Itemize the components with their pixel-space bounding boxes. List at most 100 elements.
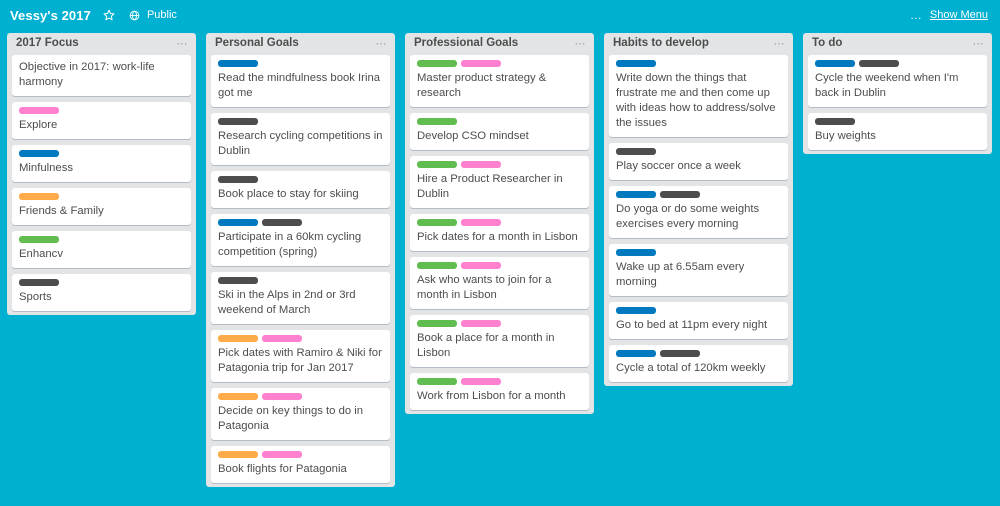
card-label[interactable] <box>218 176 258 183</box>
card[interactable]: Go to bed at 11pm every night <box>609 302 788 339</box>
card-label[interactable] <box>616 249 656 256</box>
card[interactable]: Friends & Family <box>12 188 191 225</box>
card-label[interactable] <box>262 335 302 342</box>
card-label[interactable] <box>461 60 501 67</box>
card[interactable]: Wake up at 6.55am every morning <box>609 244 788 296</box>
card[interactable]: Play soccer once a week <box>609 143 788 180</box>
card[interactable]: Research cycling competitions in Dublin <box>211 113 390 165</box>
card-label[interactable] <box>218 219 258 226</box>
card[interactable]: Ski in the Alps in 2nd or 3rd weekend of… <box>211 272 390 324</box>
card[interactable]: Book flights for Patagonia <box>211 446 390 483</box>
card-label[interactable] <box>461 262 501 269</box>
list: 2017 Focus ⋯ Objective in 2017: work-life … <box>7 33 196 315</box>
card-label[interactable] <box>616 191 656 198</box>
card-label[interactable] <box>616 60 656 67</box>
card-label[interactable] <box>616 350 656 357</box>
card-label[interactable] <box>19 279 59 286</box>
card-label[interactable] <box>815 60 855 67</box>
card[interactable]: Write down the things that frustrate me … <box>609 55 788 137</box>
card[interactable]: Explore <box>12 102 191 139</box>
card[interactable]: Cycle a total of 120km weekly <box>609 345 788 382</box>
list-title[interactable]: To do <box>812 38 842 50</box>
card-label[interactable] <box>218 451 258 458</box>
card[interactable]: Hire a Product Researcher in Dublin <box>410 156 589 208</box>
card[interactable]: Book place to stay for skiing <box>211 171 390 208</box>
card-label[interactable] <box>417 161 457 168</box>
card-labels <box>19 193 184 200</box>
card[interactable]: Develop CSO mindset <box>410 113 589 150</box>
card[interactable]: Read the mindfulness book Irina got me <box>211 55 390 107</box>
board-header: Vessy's 2017 Public … Show Menu <box>0 0 1000 30</box>
card-labels <box>218 335 383 342</box>
list-menu-icon[interactable]: ⋯ <box>575 38 587 50</box>
card-label[interactable] <box>218 277 258 284</box>
card-label[interactable] <box>218 393 258 400</box>
star-icon[interactable] <box>101 7 117 23</box>
card[interactable]: Objective in 2017: work-life harmony <box>12 55 191 96</box>
card-label[interactable] <box>417 60 457 67</box>
card[interactable]: Minfulness <box>12 145 191 182</box>
card-label[interactable] <box>262 219 302 226</box>
list-menu-icon[interactable]: ⋯ <box>177 38 189 50</box>
card[interactable]: Participate in a 60km cycling competitio… <box>211 214 390 266</box>
card-label[interactable] <box>19 150 59 157</box>
card-labels <box>218 277 383 284</box>
card[interactable]: Cycle the weekend when I'm back in Dubli… <box>808 55 987 107</box>
card-label[interactable] <box>660 191 700 198</box>
list-title[interactable]: 2017 Focus <box>16 38 79 50</box>
list-title[interactable]: Professional Goals <box>414 38 518 50</box>
card-title: Work from Lisbon for a month <box>417 390 566 402</box>
card[interactable]: Pick dates for a month in Lisbon <box>410 214 589 251</box>
card-label[interactable] <box>461 161 501 168</box>
card-title: Research cycling competitions in Dublin <box>218 130 383 157</box>
card-list: Read the mindfulness book Irina got me Re… <box>206 55 395 483</box>
board-title[interactable]: Vessy's 2017 <box>10 8 91 23</box>
card-label[interactable] <box>815 118 855 125</box>
card-label[interactable] <box>218 335 258 342</box>
show-menu-link[interactable]: Show Menu <box>930 9 988 21</box>
card-label[interactable] <box>218 118 258 125</box>
card[interactable]: Enhancv <box>12 231 191 268</box>
card[interactable]: Work from Lisbon for a month <box>410 373 589 410</box>
card[interactable]: Sports <box>12 274 191 311</box>
card[interactable]: Buy weights <box>808 113 987 150</box>
list-menu-icon[interactable]: ⋯ <box>376 38 388 50</box>
card-label[interactable] <box>19 236 59 243</box>
card-label[interactable] <box>417 378 457 385</box>
card[interactable]: Book a place for a month in Lisbon <box>410 315 589 367</box>
card-label[interactable] <box>417 262 457 269</box>
board-visibility[interactable]: Public <box>127 7 177 23</box>
ellipsis-icon[interactable]: … <box>910 9 923 21</box>
card-label[interactable] <box>218 60 258 67</box>
card-label[interactable] <box>19 107 59 114</box>
card-label[interactable] <box>417 118 457 125</box>
card-label[interactable] <box>417 219 457 226</box>
card-label[interactable] <box>616 307 656 314</box>
list-menu-icon[interactable]: ⋯ <box>973 38 985 50</box>
card[interactable]: Decide on key things to do in Patagonia <box>211 388 390 440</box>
card-label[interactable] <box>461 219 501 226</box>
card[interactable]: Ask who wants to join for a month in Lis… <box>410 257 589 309</box>
list-title[interactable]: Habits to develop <box>613 38 709 50</box>
card-list: Cycle the weekend when I'm back in Dubli… <box>803 55 992 150</box>
card-label[interactable] <box>461 378 501 385</box>
card-labels <box>616 148 781 155</box>
card-labels <box>616 60 781 67</box>
card[interactable]: Do yoga or do some weights exercises eve… <box>609 186 788 238</box>
list-menu-icon[interactable]: ⋯ <box>774 38 786 50</box>
card-title: Minfulness <box>19 162 73 174</box>
card-label[interactable] <box>616 148 656 155</box>
card-title: Master product strategy & research <box>417 72 547 99</box>
list-title[interactable]: Personal Goals <box>215 38 299 50</box>
card-label[interactable] <box>660 350 700 357</box>
card-label[interactable] <box>859 60 899 67</box>
card-label[interactable] <box>262 451 302 458</box>
card-label[interactable] <box>417 320 457 327</box>
card-labels <box>19 150 184 157</box>
card-label[interactable] <box>461 320 501 327</box>
card[interactable]: Master product strategy & research <box>410 55 589 107</box>
card-list: Master product strategy & research Develo… <box>405 55 594 410</box>
card-label[interactable] <box>19 193 59 200</box>
card-label[interactable] <box>262 393 302 400</box>
card[interactable]: Pick dates with Ramiro & Niki for Patago… <box>211 330 390 382</box>
